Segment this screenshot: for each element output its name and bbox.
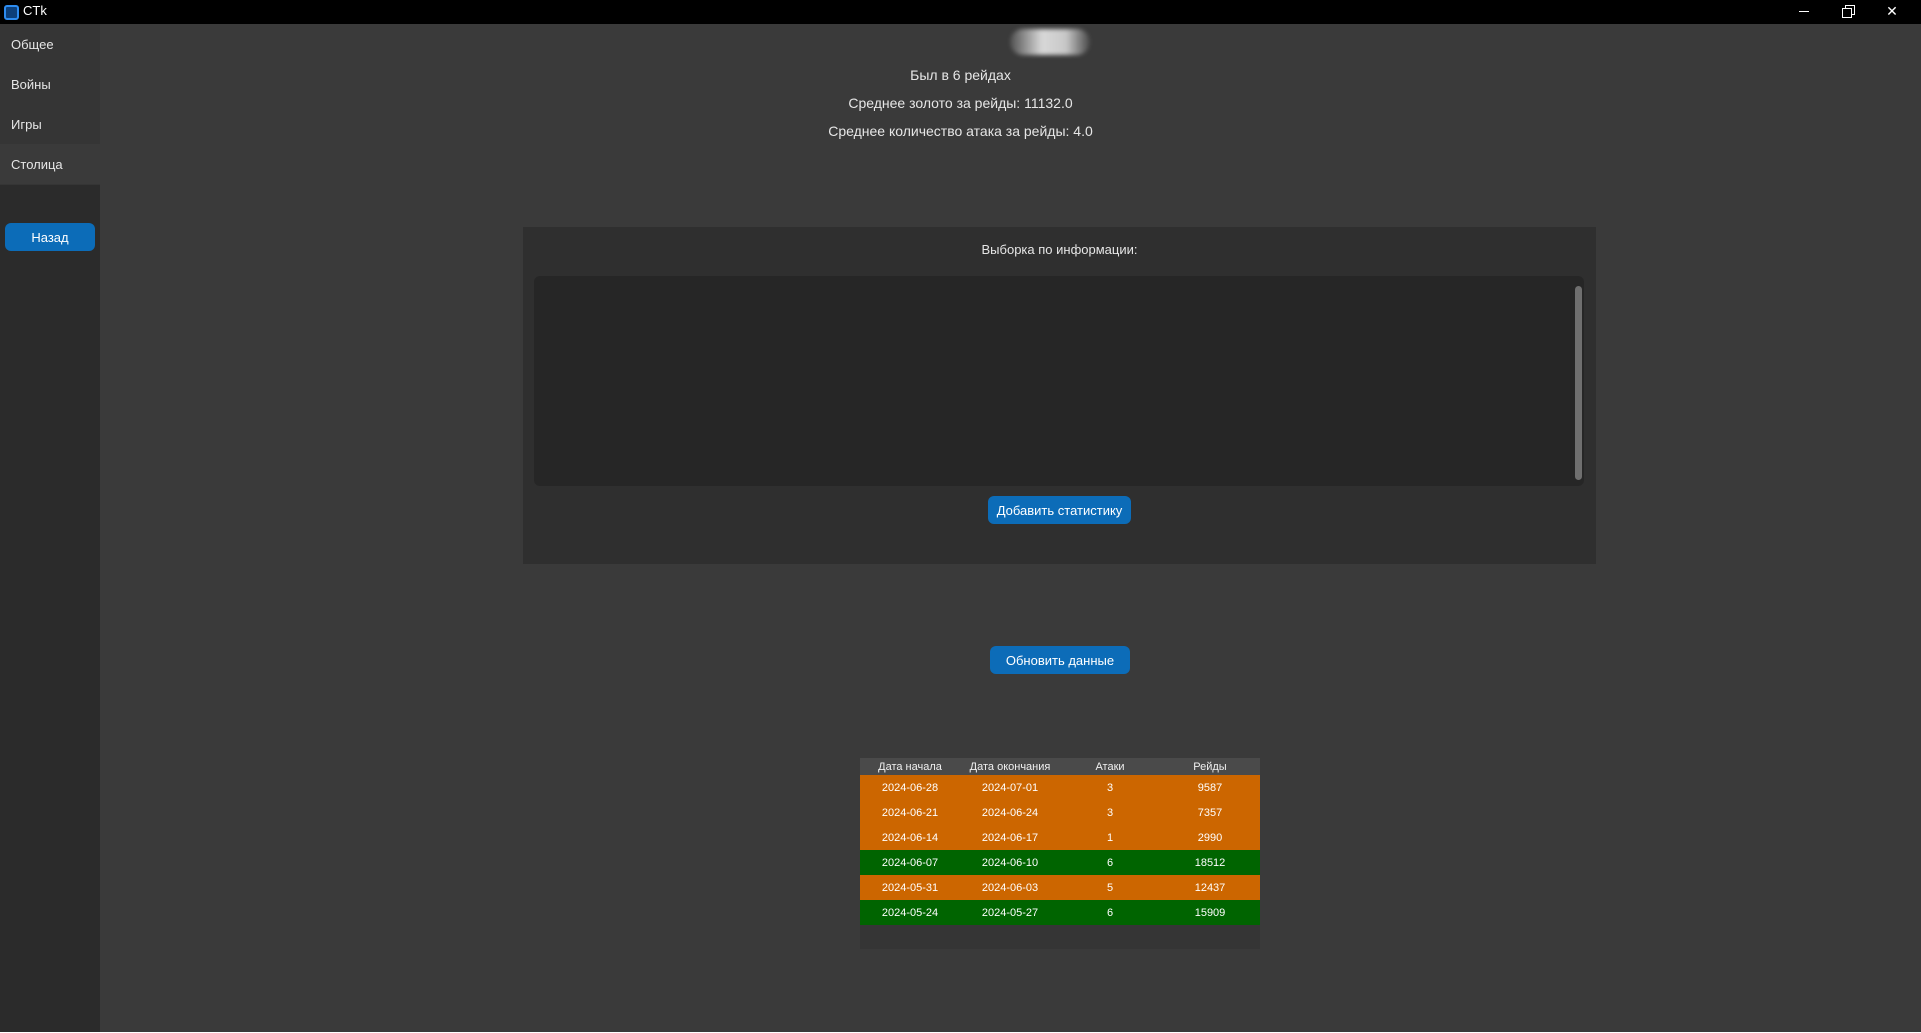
restore-icon	[1842, 5, 1855, 18]
cell-attacks: 6	[1106, 856, 1114, 869]
raids-count-text: Был в 6 рейдах	[910, 67, 1011, 83]
cell-start-date: 2024-06-21	[881, 806, 939, 819]
window-title: CTk	[23, 3, 47, 18]
tab-games[interactable]: Игры	[0, 104, 100, 144]
cell-raids: 18512	[1194, 856, 1226, 869]
table-row: 2024-05-24 2024-05-27 6 15909	[860, 900, 1260, 925]
header-end-date: Дата окончания	[969, 760, 1051, 773]
selection-panel: Выборка по информации: Добавить статисти…	[523, 227, 1596, 564]
cell-start-date: 2024-06-14	[881, 831, 939, 844]
selection-label: Выборка по информации:	[981, 242, 1138, 257]
textbox-scrollbar[interactable]	[1575, 286, 1582, 480]
sidebar: Общее Войны Игры Столица Назад	[0, 24, 100, 1032]
cell-attacks: 3	[1106, 781, 1114, 794]
sidebar-tabs: Общее Войны Игры Столица	[0, 24, 100, 185]
cell-start-date: 2024-05-31	[881, 881, 939, 894]
cell-raids: 9587	[1197, 781, 1223, 794]
cell-attacks: 6	[1106, 906, 1114, 919]
average-attacks-text: Среднее количество атака за рейды: 4.0	[828, 123, 1093, 139]
cell-end-date: 2024-07-01	[981, 781, 1039, 794]
title-bar: CTk ✕	[0, 0, 1921, 24]
table-row: 2024-06-21 2024-06-24 3 7357	[860, 800, 1260, 825]
header-raids: Рейды	[1193, 760, 1227, 773]
add-statistics-button[interactable]: Добавить статистику	[988, 496, 1131, 524]
cell-end-date: 2024-06-03	[981, 881, 1039, 894]
avatar	[1010, 29, 1090, 55]
cell-attacks: 1	[1106, 831, 1114, 844]
average-gold-text: Среднее золото за рейды: 11132.0	[848, 95, 1073, 111]
maximize-button[interactable]	[1826, 0, 1870, 22]
cell-end-date: 2024-06-17	[981, 831, 1039, 844]
close-button[interactable]: ✕	[1870, 0, 1914, 22]
cell-attacks: 5	[1106, 881, 1114, 894]
cell-start-date: 2024-05-24	[881, 906, 939, 919]
main-content: Был в 6 рейдах Среднее золото за рейды: …	[100, 24, 1921, 1032]
raids-table: Дата начала Дата окончания Атаки Рейды 2…	[860, 758, 1260, 949]
cell-start-date: 2024-06-07	[881, 856, 939, 869]
cell-raids: 12437	[1194, 881, 1226, 894]
cell-raids: 7357	[1197, 806, 1223, 819]
cell-attacks: 3	[1106, 806, 1114, 819]
table-row: 2024-06-28 2024-07-01 3 9587	[860, 775, 1260, 800]
cell-start-date: 2024-06-28	[881, 781, 939, 794]
tab-capital[interactable]: Столица	[0, 144, 100, 184]
minimize-icon	[1799, 10, 1809, 12]
info-textbox[interactable]	[534, 276, 1584, 486]
close-icon: ✕	[1886, 2, 1898, 19]
table-row: 2024-06-07 2024-06-10 6 18512	[860, 850, 1260, 875]
cell-end-date: 2024-05-27	[981, 906, 1039, 919]
tab-general[interactable]: Общее	[0, 24, 100, 64]
app-icon	[4, 5, 19, 20]
minimize-button[interactable]	[1782, 0, 1826, 22]
refresh-data-button[interactable]: Обновить данные	[990, 646, 1130, 674]
app-window: Общее Войны Игры Столица Назад Был в 6 р…	[0, 24, 1921, 1032]
header-start-date: Дата начала	[878, 760, 942, 773]
tab-wars[interactable]: Войны	[0, 64, 100, 104]
table-row: 2024-06-14 2024-06-17 1 2990	[860, 825, 1260, 850]
cell-raids: 2990	[1197, 831, 1223, 844]
back-button[interactable]: Назад	[5, 223, 95, 251]
table-header: Дата начала Дата окончания Атаки Рейды	[860, 758, 1260, 775]
header-attacks: Атаки	[1095, 760, 1125, 773]
cell-end-date: 2024-06-10	[981, 856, 1039, 869]
cell-end-date: 2024-06-24	[981, 806, 1039, 819]
table-row: 2024-05-31 2024-06-03 5 12437	[860, 875, 1260, 900]
cell-raids: 15909	[1194, 906, 1226, 919]
